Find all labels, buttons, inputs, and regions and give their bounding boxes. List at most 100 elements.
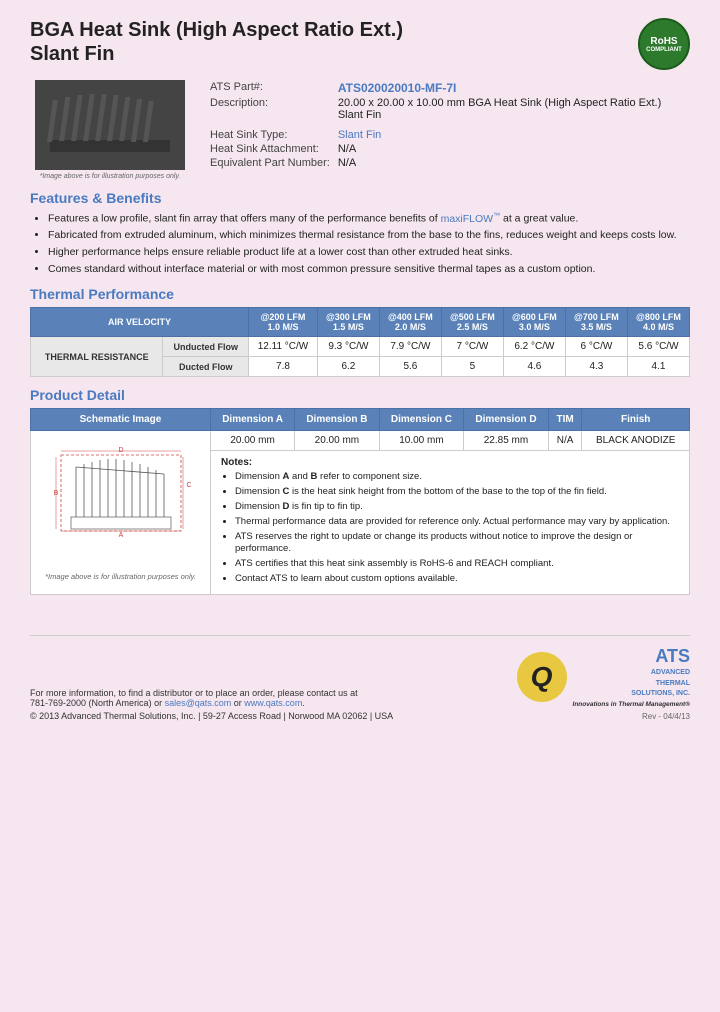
finish-value: BLACK ANODIZE [582, 431, 690, 451]
attachment-value: N/A [334, 142, 690, 156]
list-item: Dimension D is fin tip to fin tip. [235, 501, 679, 514]
website-link[interactable]: www.qats.com [244, 698, 302, 708]
footer-right: Q ATS ADVANCED THERMAL SOLUTIONS, INC. I… [517, 646, 690, 722]
thermal-heading: Thermal Performance [30, 286, 690, 302]
features-heading: Features & Benefits [30, 190, 690, 206]
type-value[interactable]: Slant Fin [338, 129, 381, 141]
unducted-label: Unducted Flow [163, 337, 249, 357]
unducted-800: 5.6 °C/W [627, 337, 689, 357]
footer-copyright: © 2013 Advanced Thermal Solutions, Inc. … [30, 711, 393, 721]
header: BGA Heat Sink (High Aspect Ratio Ext.) S… [30, 18, 690, 70]
list-item: Contact ATS to learn about custom option… [235, 573, 679, 586]
svg-text:A: A [118, 532, 123, 539]
ats-logo: Q ATS ADVANCED THERMAL SOLUTIONS, INC. I… [517, 646, 690, 709]
dim-b-value: 20.00 mm [295, 431, 380, 451]
phone: 781-769-2000 (North America) [30, 698, 152, 708]
unducted-600: 6.2 °C/W [503, 337, 565, 357]
notes-label: Notes: [221, 457, 679, 468]
spec-table: ATS Part#: ATS020020010-MF-7I Descriptio… [206, 80, 690, 170]
email-link[interactable]: sales@qats.com [165, 698, 232, 708]
contact-text: For more information, to find a distribu… [30, 688, 358, 698]
thermal-resistance-label: THERMAL RESISTANCE [31, 337, 163, 377]
description-row: Description: 20.00 x 20.00 x 10.00 mm BG… [206, 96, 690, 122]
notes-cell: Notes: Dimension A and B refer to compon… [211, 451, 690, 595]
col-800lfm: @800 LFM4.0 M/S [627, 308, 689, 337]
ducted-500: 5 [441, 357, 503, 377]
unducted-row: THERMAL RESISTANCE Unducted Flow 12.11 °… [31, 337, 690, 357]
rohs-badge: RoHS COMPLIANT [638, 18, 690, 70]
col-600lfm: @600 LFM3.0 M/S [503, 308, 565, 337]
col-dim-a: Dimension A [211, 409, 295, 431]
notes-list: Dimension A and B refer to component siz… [235, 471, 679, 586]
air-velocity-header: AIR VELOCITY [31, 308, 249, 337]
product-image [35, 80, 185, 170]
svg-text:C: C [186, 482, 191, 489]
unducted-500: 7 °C/W [441, 337, 503, 357]
detail-heading: Product Detail [30, 387, 690, 403]
col-700lfm: @700 LFM3.5 M/S [565, 308, 627, 337]
title-block: BGA Heat Sink (High Aspect Ratio Ext.) S… [30, 18, 403, 66]
unducted-400: 7.9 °C/W [379, 337, 441, 357]
maxiflow-link[interactable]: maxiFLOW™ [441, 213, 501, 225]
ducted-700: 4.3 [565, 357, 627, 377]
dim-a-value: 20.00 mm [211, 431, 295, 451]
ducted-600: 4.6 [503, 357, 565, 377]
ducted-200: 7.8 [249, 357, 318, 377]
equiv-value: N/A [334, 156, 690, 170]
list-item: ATS reserves the right to update or chan… [235, 531, 679, 557]
heat-sink-type-row: Heat Sink Type: Slant Fin [206, 128, 690, 142]
list-item: Dimension C is the heat sink height from… [235, 486, 679, 499]
dim-d-value: 22.85 mm [464, 431, 549, 451]
col-300lfm: @300 LFM1.5 M/S [317, 308, 379, 337]
unducted-700: 6 °C/W [565, 337, 627, 357]
footer-left: For more information, to find a distribu… [30, 688, 393, 721]
list-item: Higher performance helps ensure reliable… [48, 245, 690, 260]
col-dim-d: Dimension D [464, 409, 549, 431]
col-400lfm: @400 LFM2.0 M/S [379, 308, 441, 337]
col-dim-c: Dimension C [379, 409, 464, 431]
rev-note: Rev - 04/4/13 [517, 712, 690, 721]
part-number[interactable]: ATS020020010-MF-7I [338, 81, 457, 95]
schematic-cell: A B C D *Image above is for illustration… [31, 431, 211, 595]
unducted-200: 12.11 °C/W [249, 337, 318, 357]
ats-acronym: ATS [655, 646, 690, 666]
description-value: 20.00 x 20.00 x 10.00 mm BGA Heat Sink (… [334, 96, 690, 122]
list-item: Dimension A and B refer to component siz… [235, 471, 679, 484]
page-title: BGA Heat Sink (High Aspect Ratio Ext.) S… [30, 18, 403, 66]
part-number-row: ATS Part#: ATS020020010-MF-7I [206, 80, 690, 96]
footer-contact: For more information, to find a distribu… [30, 688, 393, 708]
attachment-row: Heat Sink Attachment: N/A [206, 142, 690, 156]
feature-list: Features a low profile, slant fin array … [48, 211, 690, 276]
image-note: *Image above is for illustration purpose… [40, 173, 181, 180]
heatsink-illustration [40, 85, 180, 165]
svg-text:D: D [118, 447, 123, 454]
type-label: Heat Sink Type: [206, 128, 334, 142]
footer-or2: or [234, 698, 245, 708]
thermal-performance-table: AIR VELOCITY @200 LFM1.0 M/S @300 LFM1.5… [30, 307, 690, 377]
dim-c-value: 10.00 mm [379, 431, 464, 451]
footer-or: or [154, 698, 165, 708]
attachment-label: Heat Sink Attachment: [206, 142, 334, 156]
col-200lfm: @200 LFM1.0 M/S [249, 308, 318, 337]
tim-value: N/A [548, 431, 582, 451]
list-item: Features a low profile, slant fin array … [48, 211, 690, 226]
ats-q-icon: Q [517, 652, 567, 702]
equiv-row: Equivalent Part Number: N/A [206, 156, 690, 170]
schematic-note: *Image above is for illustration purpose… [37, 572, 204, 581]
product-info-row: *Image above is for illustration purpose… [30, 80, 690, 180]
ats-tagline: Innovations in Thermal Management® [573, 701, 690, 708]
unducted-300: 9.3 °C/W [317, 337, 379, 357]
ducted-400: 5.6 [379, 357, 441, 377]
list-item: Comes standard without interface materia… [48, 262, 690, 277]
rohs-label: RoHS [650, 36, 677, 47]
detail-row: A B C D *Image above is for illustration… [31, 431, 690, 451]
part-label: ATS Part#: [206, 80, 334, 96]
ducted-800: 4.1 [627, 357, 689, 377]
list-item: Fabricated from extruded aluminum, which… [48, 228, 690, 243]
equiv-label: Equivalent Part Number: [206, 156, 334, 170]
rohs-compliant: COMPLIANT [646, 47, 682, 53]
list-item: ATS certifies that this heat sink assemb… [235, 558, 679, 571]
col-tim: TIM [548, 409, 582, 431]
col-500lfm: @500 LFM2.5 M/S [441, 308, 503, 337]
col-finish: Finish [582, 409, 690, 431]
